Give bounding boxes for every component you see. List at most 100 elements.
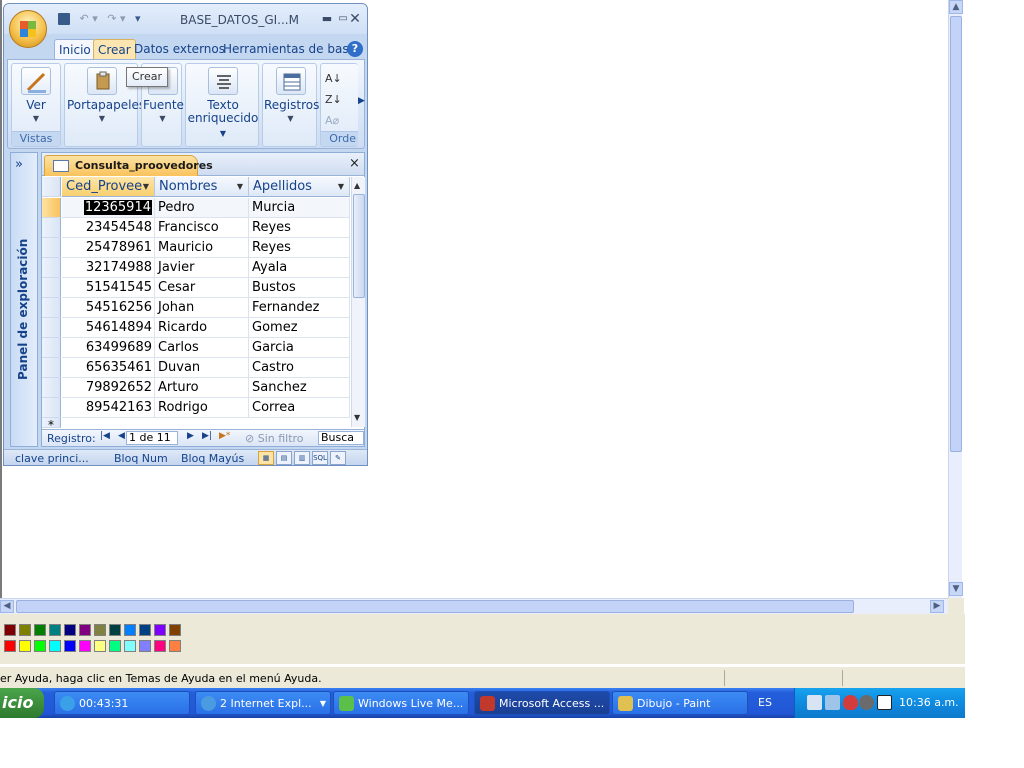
vertical-scroll-thumb[interactable] <box>950 16 962 452</box>
datasheet-view-icon[interactable]: ▦ <box>258 451 274 465</box>
table-cell[interactable]: Pedro <box>155 198 249 218</box>
column-header-nombres[interactable]: Nombres ▼ <box>155 177 249 197</box>
table-cell[interactable]: Reyes <box>249 218 350 238</box>
column-header-apellidos[interactable]: Apellidos ▼ <box>249 177 350 197</box>
undo-icon[interactable]: ↶ ▾ <box>80 12 98 25</box>
record-selector[interactable] <box>42 198 61 218</box>
palette-color-swatch[interactable] <box>169 624 181 636</box>
pivot-table-view-icon[interactable]: ▤ <box>276 451 292 465</box>
palette-color-swatch[interactable] <box>49 624 61 636</box>
taskbar-item-paint[interactable]: Dibujo - Paint <box>612 691 748 715</box>
help-icon[interactable]: ? <box>347 41 363 57</box>
close-document-icon[interactable]: × <box>349 156 360 171</box>
search-input[interactable]: Busca <box>318 431 364 445</box>
network-connections-icon[interactable] <box>825 695 840 710</box>
design-view-status-icon[interactable]: ✎ <box>330 451 346 465</box>
taskbar-item-timer[interactable]: 00:43:31 <box>54 691 190 715</box>
table-cell[interactable]: Johan <box>155 298 249 318</box>
palette-color-swatch[interactable] <box>124 640 136 652</box>
scroll-right-icon[interactable]: ▶ <box>930 600 944 613</box>
palette-color-swatch[interactable] <box>139 640 151 652</box>
palette-color-swatch[interactable] <box>109 624 121 636</box>
record-selector[interactable] <box>42 358 61 378</box>
table-cell[interactable]: 63499689 <box>62 338 155 358</box>
palette-color-swatch[interactable] <box>109 640 121 652</box>
record-selector[interactable] <box>42 258 61 278</box>
table-cell[interactable]: Carlos <box>155 338 249 358</box>
taskbar-item-microsoft-access[interactable]: Microsoft Access ... <box>474 691 610 715</box>
ribbon-scroll-right-icon[interactable]: ▶ <box>358 96 365 106</box>
record-position-input[interactable]: 1 de 11 <box>126 431 178 445</box>
scroll-left-icon[interactable]: ◀ <box>0 600 14 613</box>
save-icon[interactable] <box>58 13 70 25</box>
navigation-pane[interactable]: » Panel de exploración <box>10 152 38 447</box>
messenger-status-icon[interactable] <box>877 695 892 710</box>
palette-color-swatch[interactable] <box>19 624 31 636</box>
palette-color-swatch[interactable] <box>4 640 16 652</box>
table-cell[interactable]: 89542163 <box>62 398 155 418</box>
filter-status[interactable]: ⊘ Sin filtro <box>245 432 304 445</box>
security-shield-icon[interactable] <box>843 695 858 710</box>
taskbar-item-windows-live-messenger[interactable]: Windows Live Me... <box>333 691 469 715</box>
palette-color-swatch[interactable] <box>79 640 91 652</box>
new-record-icon[interactable]: ▶* <box>219 431 230 441</box>
horizontal-scrollbar[interactable]: ◀ ▶ <box>0 598 948 614</box>
clear-sort-icon[interactable]: A⌀ <box>325 110 342 131</box>
speaker-icon[interactable] <box>859 695 874 710</box>
chevron-down-icon[interactable]: ▼ <box>338 177 344 196</box>
table-cell[interactable]: Mauricio <box>155 238 249 258</box>
sort-ascending-icon[interactable]: A↓ <box>325 68 342 89</box>
scroll-up-icon[interactable]: ▲ <box>354 181 360 190</box>
texto-enriquecido-button[interactable]: Texto enriquecido ▼ <box>187 67 259 140</box>
redo-icon[interactable]: ↷ ▾ <box>107 12 125 25</box>
table-cell[interactable]: Castro <box>249 358 350 378</box>
registros-button[interactable]: Registros ▼ <box>264 67 319 125</box>
table-cell[interactable]: 25478961 <box>62 238 155 258</box>
table-cell[interactable]: 65635461 <box>62 358 155 378</box>
record-selector[interactable] <box>42 218 61 238</box>
start-button[interactable]: icio <box>0 688 44 718</box>
first-record-icon[interactable]: |◀ <box>100 431 110 441</box>
table-cell[interactable]: Bustos <box>249 278 350 298</box>
tab-inicio[interactable]: Inicio <box>54 39 96 59</box>
record-selector[interactable] <box>42 378 61 398</box>
datasheet-scrollbar[interactable]: ▲ ▼ <box>351 177 365 427</box>
palette-color-swatch[interactable] <box>94 624 106 636</box>
record-selector[interactable] <box>42 318 61 338</box>
table-cell[interactable]: Murcia <box>249 198 350 218</box>
table-cell[interactable]: Arturo <box>155 378 249 398</box>
table-cell[interactable]: Gomez <box>249 318 350 338</box>
table-cell[interactable]: Ricardo <box>155 318 249 338</box>
palette-color-swatch[interactable] <box>34 624 46 636</box>
scroll-down-icon[interactable]: ▼ <box>354 413 360 422</box>
palette-color-swatch[interactable] <box>169 640 181 652</box>
ver-button[interactable]: Ver ▼ <box>15 67 57 125</box>
table-cell[interactable]: Sanchez <box>249 378 350 398</box>
palette-color-swatch[interactable] <box>64 624 76 636</box>
expand-nav-pane-icon[interactable]: » <box>15 157 23 172</box>
column-header-ced-provee[interactable]: Ced_Provee ▼ <box>62 177 155 197</box>
table-cell[interactable]: Francisco <box>155 218 249 238</box>
palette-color-swatch[interactable] <box>64 640 76 652</box>
table-cell[interactable]: Garcia <box>249 338 350 358</box>
table-cell[interactable]: Reyes <box>249 238 350 258</box>
datasheet-scroll-thumb[interactable] <box>353 194 365 298</box>
minimize-icon[interactable]: ▬ <box>320 12 334 26</box>
network-icon[interactable] <box>807 695 822 710</box>
record-selector[interactable] <box>42 238 61 258</box>
chevron-down-icon[interactable]: ▼ <box>143 177 149 196</box>
vertical-scrollbar[interactable]: ▲ ▼ <box>948 0 963 598</box>
select-all-corner[interactable] <box>42 177 61 197</box>
palette-color-swatch[interactable] <box>124 624 136 636</box>
tab-consulta-proovedores[interactable]: Consulta_proovedores <box>44 155 213 176</box>
sql-view-icon[interactable]: SQL <box>312 451 328 465</box>
tab-datos-externos[interactable]: Datos externos <box>130 39 229 59</box>
record-selector[interactable] <box>42 338 61 358</box>
tab-herramientas-de-base[interactable]: Herramientas de base <box>219 39 360 59</box>
table-cell[interactable]: 54516256 <box>62 298 155 318</box>
previous-record-icon[interactable]: ◀ <box>118 431 125 441</box>
palette-color-swatch[interactable] <box>34 640 46 652</box>
palette-color-swatch[interactable] <box>94 640 106 652</box>
table-cell[interactable]: Duvan <box>155 358 249 378</box>
palette-color-swatch[interactable] <box>49 640 61 652</box>
